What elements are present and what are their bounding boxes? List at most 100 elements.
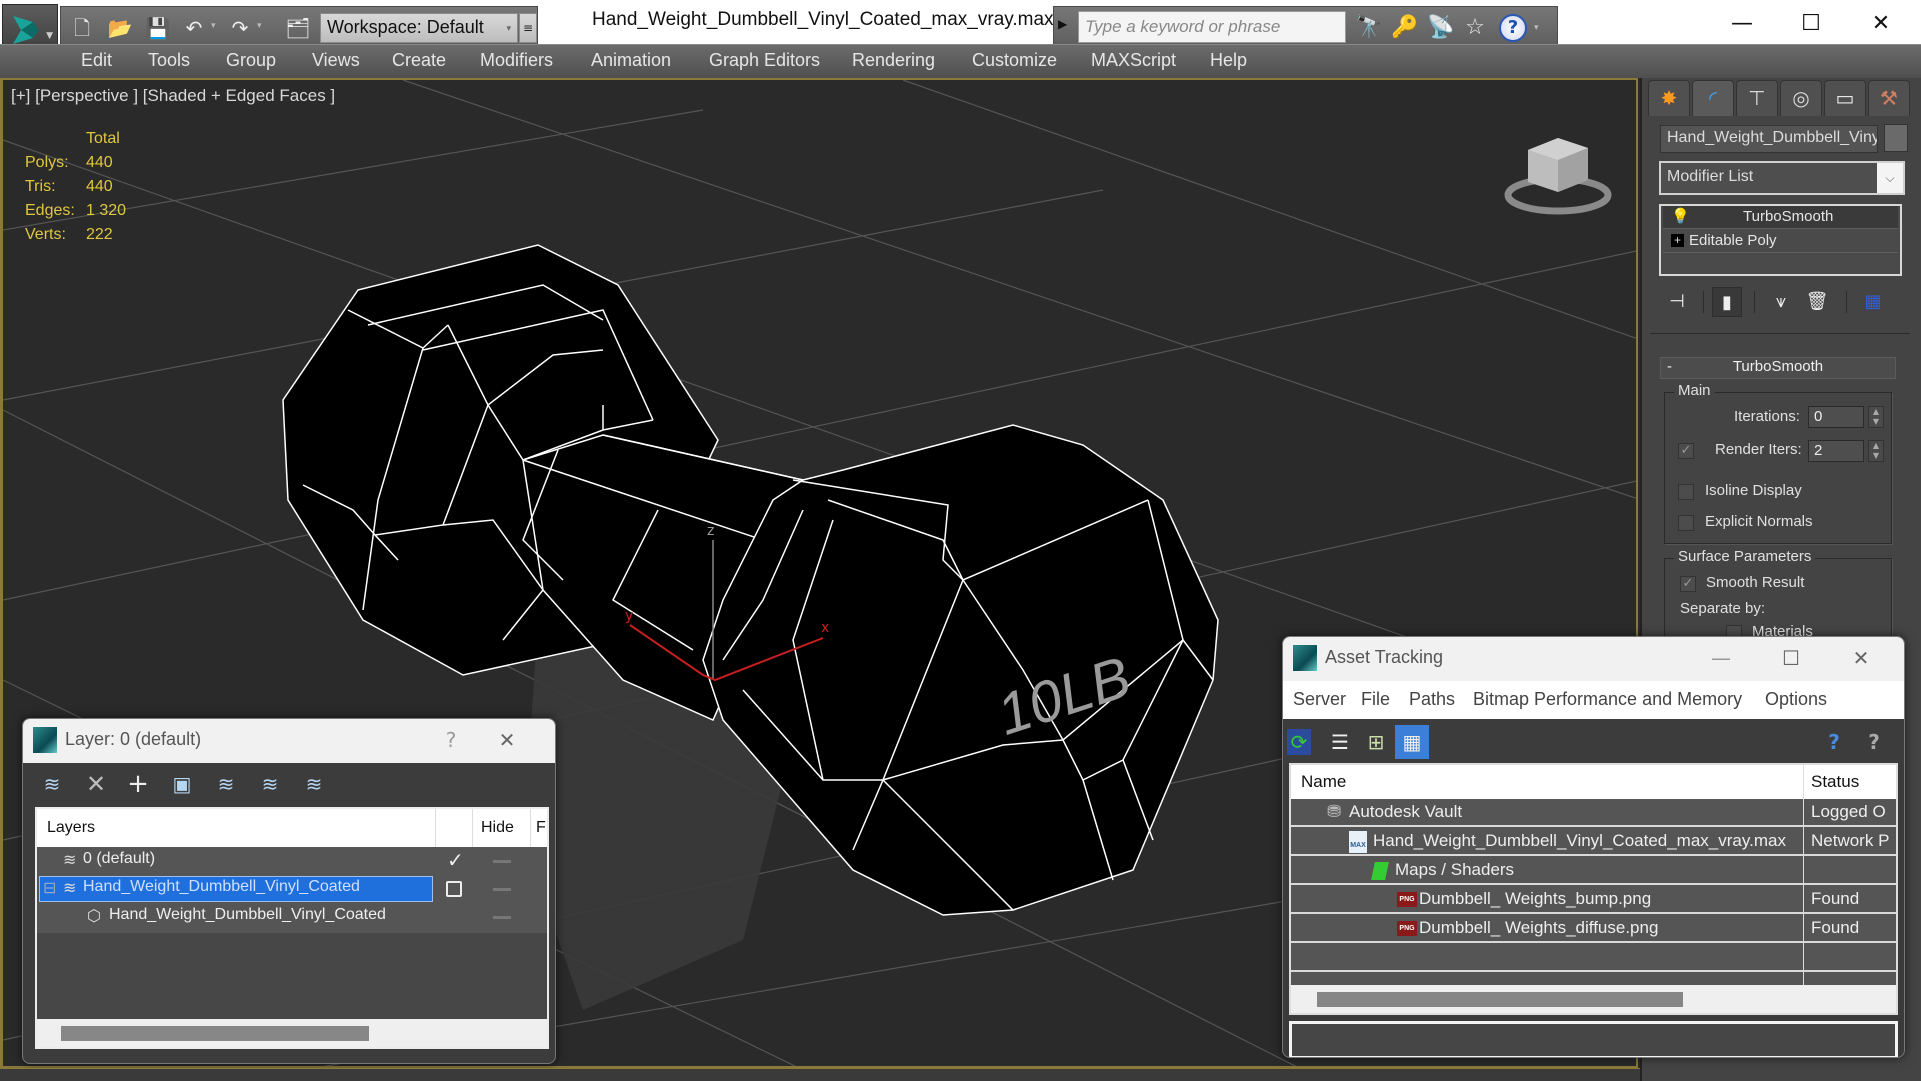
refresh-icon[interactable]: ⟳ xyxy=(1287,729,1311,755)
menu-tools[interactable]: Tools xyxy=(148,50,190,71)
menu-customize[interactable]: Customize xyxy=(972,50,1057,71)
tab-display[interactable]: ▭ xyxy=(1824,80,1866,116)
save-icon[interactable]: 💾 xyxy=(145,15,171,41)
stack-item-editable-poly[interactable]: + Editable Poly xyxy=(1663,230,1898,253)
column-header-layers[interactable]: Layers xyxy=(47,819,95,837)
horizontal-scrollbar[interactable] xyxy=(1291,985,1896,1013)
maximize-button[interactable]: ☐ xyxy=(1786,6,1836,42)
object-name-field[interactable]: Hand_Weight_Dumbbell_Vinyl_Coated xyxy=(1660,125,1878,153)
pin-stack-icon[interactable]: ⊣ xyxy=(1662,287,1692,317)
layer-row[interactable]: ≋ 0 (default) ✓ xyxy=(37,847,547,875)
select-objects-icon[interactable]: ▣ xyxy=(167,769,197,799)
asset-row[interactable]: Maps / Shaders xyxy=(1291,857,1896,885)
select-layer-icon[interactable]: ≋ xyxy=(211,769,241,799)
redo-icon[interactable]: ↷ xyxy=(227,15,253,41)
object-color-swatch[interactable] xyxy=(1884,124,1908,152)
column-header-name[interactable]: Name xyxy=(1301,772,1346,792)
key-icon[interactable]: 🔑 xyxy=(1390,13,1420,43)
menu-bitmap-performance[interactable]: Bitmap Performance and Memory xyxy=(1473,689,1742,710)
asset-row[interactable]: MAX Hand_Weight_Dumbbell_Vinyl_Coated_ma… xyxy=(1291,828,1896,856)
chevron-down-icon[interactable]: ▾ xyxy=(1534,23,1539,33)
hide-toggle[interactable] xyxy=(493,916,511,919)
menu-animation[interactable]: Animation xyxy=(591,50,671,71)
render-iters-checkbox[interactable]: ✓ xyxy=(1678,443,1694,459)
iterations-spinner[interactable]: ▲ ▼ xyxy=(1868,406,1884,428)
menu-graph-editors[interactable]: Graph Editors xyxy=(709,50,820,71)
layer-row[interactable]: ⬡ Hand_Weight_Dumbbell_Vinyl_Coated xyxy=(37,903,547,931)
menu-server[interactable]: Server xyxy=(1293,689,1346,710)
project-folder-icon[interactable]: 🗂 xyxy=(285,15,311,41)
menu-rendering[interactable]: Rendering xyxy=(852,50,935,71)
rollout-turbosmooth-header[interactable]: - TurboSmooth xyxy=(1660,357,1896,379)
asset-row[interactable]: PNG Dumbbell_ Weights_bump.png Found xyxy=(1291,886,1896,914)
render-iters-spinner[interactable]: ▲ ▼ xyxy=(1868,440,1884,462)
add-to-layer-icon[interactable]: + xyxy=(123,769,153,799)
binoculars-icon[interactable]: 🔭 xyxy=(1354,13,1384,43)
list-view-icon[interactable]: ☰ xyxy=(1323,725,1357,759)
maximize-button[interactable]: ☐ xyxy=(1773,643,1809,673)
close-button[interactable]: ✕ xyxy=(1843,643,1879,673)
iterations-field[interactable]: 0 xyxy=(1808,406,1864,428)
lightbulb-icon[interactable]: 💡 xyxy=(1671,207,1690,225)
column-header-hide[interactable]: Hide xyxy=(481,819,514,837)
hide-toggle[interactable] xyxy=(493,860,511,863)
workspace-dropdown[interactable]: Workspace: Default ▾ xyxy=(320,13,518,43)
column-header-status[interactable]: Status xyxy=(1811,772,1859,792)
viewport-label-menu[interactable]: [+] [Perspective ] [Shaded + Edged Faces… xyxy=(11,86,335,106)
expand-plus-icon[interactable]: + xyxy=(1671,234,1684,247)
tree-view-icon[interactable]: ⊞ xyxy=(1359,725,1393,759)
new-layer-icon[interactable]: ≋ xyxy=(37,769,67,799)
current-layer-checkmark[interactable]: ✓ xyxy=(447,848,464,873)
menu-maxscript[interactable]: MAXScript xyxy=(1091,50,1176,71)
delete-layer-icon[interactable]: ✕ xyxy=(81,769,111,799)
expand-arrow-icon[interactable]: ▶ xyxy=(1058,17,1067,31)
undo-icon[interactable]: ↶ xyxy=(181,15,207,41)
menu-edit[interactable]: Edit xyxy=(81,50,112,71)
satellite-icon[interactable]: 📡 xyxy=(1426,13,1456,43)
menu-paths[interactable]: Paths xyxy=(1409,689,1455,710)
layer-dialog-titlebar[interactable]: Layer: 0 (default) ? ✕ xyxy=(23,719,555,763)
menu-modifiers[interactable]: Modifiers xyxy=(480,50,553,71)
highlight-layer-icon[interactable]: ≋ xyxy=(255,769,285,799)
tab-modify[interactable]: ◜ xyxy=(1692,80,1734,116)
scrollbar-thumb[interactable] xyxy=(61,1026,369,1041)
redo-dropdown-icon[interactable]: ▾ xyxy=(257,21,262,31)
table-view-icon[interactable]: ▦ xyxy=(1395,725,1429,759)
menu-file[interactable]: File xyxy=(1361,689,1390,710)
column-header-freeze[interactable]: F xyxy=(536,819,546,837)
configure-sets-icon[interactable]: ▦ xyxy=(1858,287,1888,317)
smooth-result-checkbox[interactable]: ✓ xyxy=(1680,576,1696,592)
menu-help[interactable]: Help xyxy=(1210,50,1247,71)
asset-row[interactable]: ⛃ Autodesk Vault Logged O xyxy=(1291,799,1896,827)
search-input[interactable]: Type a keyword or phrase xyxy=(1078,11,1346,43)
customize-toolbar-button[interactable]: ≡ xyxy=(519,13,537,43)
stack-item-turbosmooth[interactable]: 💡 TurboSmooth xyxy=(1663,206,1898,229)
tab-hierarchy[interactable]: ⊤ xyxy=(1736,80,1778,116)
vault-help-icon[interactable]: ? xyxy=(1817,725,1851,759)
explicit-normals-checkbox[interactable] xyxy=(1678,515,1694,531)
star-icon[interactable]: ☆ xyxy=(1460,13,1490,43)
viewcube-icon[interactable] xyxy=(1503,130,1623,220)
close-button[interactable]: ✕ xyxy=(489,725,525,755)
make-unique-icon[interactable]: ⩛ xyxy=(1766,287,1796,317)
show-end-result-icon[interactable]: ▮ xyxy=(1712,287,1742,317)
tab-motion[interactable]: ◎ xyxy=(1780,80,1822,116)
minimize-button[interactable]: — xyxy=(1703,643,1739,673)
asset-tracking-titlebar[interactable]: Asset Tracking — ☐ ✕ xyxy=(1283,637,1904,681)
open-folder-icon[interactable]: 📂 xyxy=(107,15,133,41)
horizontal-scrollbar[interactable] xyxy=(37,1019,547,1047)
close-button[interactable]: ✕ xyxy=(1856,6,1906,42)
set-current-checkbox[interactable] xyxy=(446,881,462,897)
tab-utilities[interactable]: ⚒ xyxy=(1868,80,1910,116)
undo-dropdown-icon[interactable]: ▾ xyxy=(211,21,216,31)
collapse-icon[interactable]: ⊟ xyxy=(43,878,56,898)
tab-create[interactable]: ✸ xyxy=(1648,80,1690,116)
help-button[interactable]: ? xyxy=(433,725,469,755)
menu-group[interactable]: Group xyxy=(226,50,276,71)
context-help-icon[interactable]: ? xyxy=(1857,725,1891,759)
layer-row[interactable]: ⊟ ≋ Hand_Weight_Dumbbell_Vinyl_Coated xyxy=(37,875,547,903)
render-iters-field[interactable]: 2 xyxy=(1808,440,1864,462)
new-file-icon[interactable]: 🗋 xyxy=(69,15,95,41)
asset-row[interactable]: PNG Dumbbell_ Weights_diffuse.png Found xyxy=(1291,915,1896,943)
menu-options[interactable]: Options xyxy=(1765,689,1827,710)
